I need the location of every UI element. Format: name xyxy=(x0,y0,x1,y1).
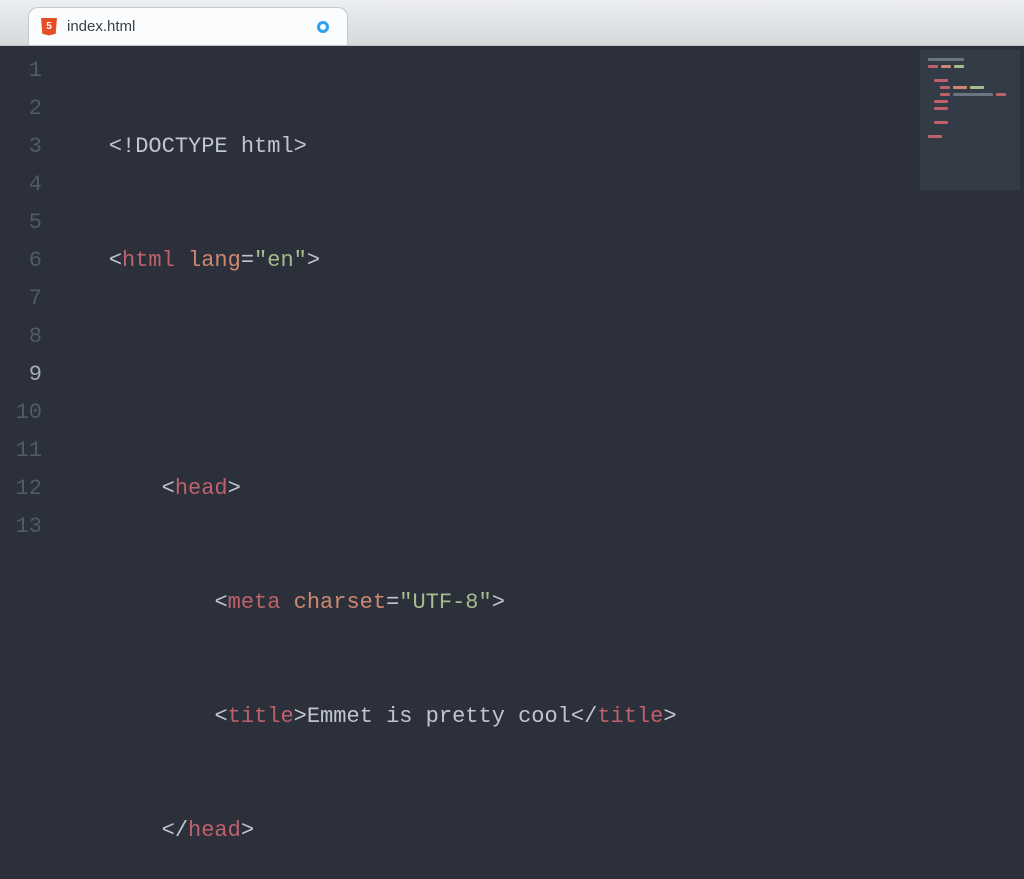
html5-icon xyxy=(41,18,57,36)
line-number: 10 xyxy=(0,394,42,432)
line-number: 3 xyxy=(0,128,42,166)
line-number: 9 xyxy=(0,356,42,394)
code-line[interactable]: <html lang="en"> xyxy=(56,242,1024,280)
code-line[interactable] xyxy=(56,356,1024,394)
line-number: 11 xyxy=(0,432,42,470)
code-area[interactable]: <!DOCTYPE html> <html lang="en"> <head> … xyxy=(56,46,1024,879)
line-number: 13 xyxy=(0,508,42,546)
line-number-gutter: 1 2 3 4 5 6 7 8 9 10 11 12 13 xyxy=(0,46,56,879)
line-number: 2 xyxy=(0,90,42,128)
line-number: 5 xyxy=(0,204,42,242)
code-line[interactable]: <meta charset="UTF-8"> xyxy=(56,584,1024,622)
line-number: 4 xyxy=(0,166,42,204)
code-editor[interactable]: 1 2 3 4 5 6 7 8 9 10 11 12 13 <!DOCTYPE … xyxy=(0,46,1024,879)
code-line[interactable]: <head> xyxy=(56,470,1024,508)
tab-bar: index.html xyxy=(0,0,1024,46)
line-number: 1 xyxy=(0,52,42,90)
code-line[interactable]: <!DOCTYPE html> xyxy=(56,128,1024,166)
line-number: 6 xyxy=(0,242,42,280)
tab-filename: index.html xyxy=(67,18,135,35)
line-number: 12 xyxy=(0,470,42,508)
file-tab[interactable]: index.html xyxy=(28,7,348,45)
line-number: 8 xyxy=(0,318,42,356)
doctype: <!DOCTYPE html> xyxy=(109,134,307,159)
line-number: 7 xyxy=(0,280,42,318)
code-line[interactable]: <title>Emmet is pretty cool</title> xyxy=(56,698,1024,736)
minimap[interactable] xyxy=(920,50,1020,190)
modified-indicator-icon xyxy=(317,21,329,33)
code-line[interactable]: </head> xyxy=(56,812,1024,850)
